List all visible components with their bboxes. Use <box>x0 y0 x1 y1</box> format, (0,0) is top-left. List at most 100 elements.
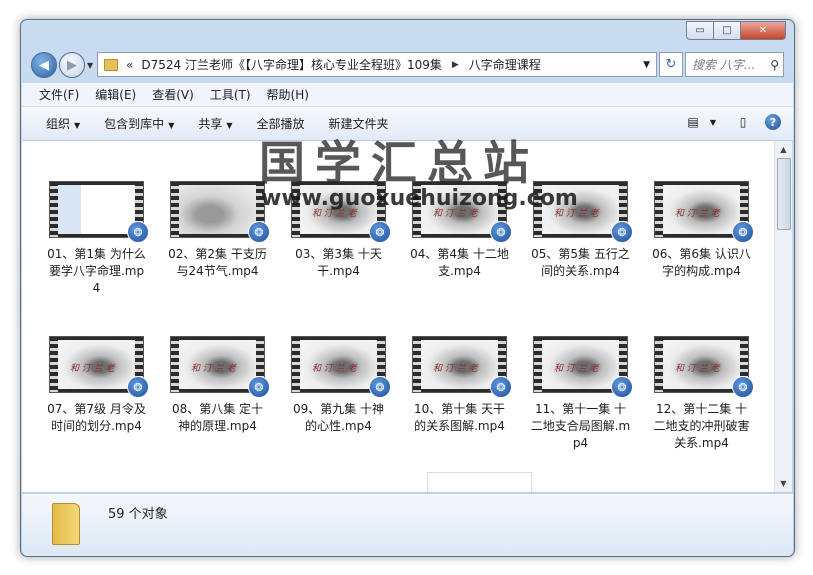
film-strip <box>50 337 58 392</box>
new-folder-button[interactable]: 新建文件夹 <box>329 115 389 132</box>
address-separator-icon[interactable]: ▶ <box>452 60 459 70</box>
film-strip <box>292 337 300 392</box>
recent-pages-dropdown-icon[interactable]: ▼ <box>87 61 93 70</box>
organize-button[interactable]: 组织 ▼ <box>46 115 80 132</box>
list-item[interactable]: 和 汀 兰 老 ❂ 08、第八集 定十神的原理.mp4 <box>167 336 270 435</box>
chevron-down-icon: ▼ <box>74 121 81 130</box>
file-name: 12、第十二集 十二地支的冲刑破害关系.mp4 <box>653 402 750 450</box>
film-strip <box>171 337 179 392</box>
film-strip <box>655 182 663 237</box>
film-strip <box>171 182 179 237</box>
file-name: 01、第1集 为什么要学八字命理.mp4 <box>47 247 146 295</box>
video-thumbnail: 和 汀 兰 老 ❂ <box>533 336 633 398</box>
title-buttons: ▭ □ ✕ <box>686 21 786 40</box>
film-strip <box>655 337 663 392</box>
file-name: 10、第十集 天干的关系图解.mp4 <box>413 402 506 433</box>
change-view-icon[interactable]: ▤ <box>685 114 701 130</box>
menu-tools[interactable]: 工具(T) <box>210 86 251 103</box>
file-name: 08、第八集 定十神的原理.mp4 <box>171 402 264 433</box>
media-player-badge-icon: ❂ <box>248 376 270 398</box>
view-controls: ▤ ▼ ▯ ? <box>671 114 781 130</box>
thumbnail-caption: 和 汀 兰 老 <box>433 209 478 219</box>
minimize-button[interactable]: ▭ <box>686 21 714 40</box>
video-thumbnail: ❂ <box>170 181 270 243</box>
media-player-badge-icon: ❂ <box>369 376 391 398</box>
command-bar: 组织 ▼ 包含到库中 ▼ 共享 ▼ 全部播放 新建文件夹 ▤ ▼ ▯ ? <box>22 107 793 141</box>
navigation-bar: ◀ ▶ ▼ « D7524 汀兰老师《【八字命理】核心专业全程班》109集 ▶ … <box>29 51 786 81</box>
address-overflow-chevron[interactable]: « <box>126 58 133 72</box>
list-item[interactable]: 和 汀 兰 老 ❂ 09、第九集 十神的心性.mp4 <box>288 336 391 435</box>
view-options-dropdown-icon[interactable]: ▼ <box>705 114 721 130</box>
file-name: 07、第7级 月令及时间的划分.mp4 <box>47 402 146 433</box>
list-item[interactable]: 和 汀 兰 老 ❂ 11、第十一集 十二地支合局图解.mp4 <box>530 336 633 452</box>
thumbnail-caption: 和 汀 兰 老 <box>70 364 115 374</box>
folder-icon <box>104 58 118 71</box>
forward-button[interactable]: ▶ <box>59 52 85 78</box>
file-name: 02、第2集 干支历与24节气.mp4 <box>168 247 267 278</box>
thumbnail-caption: 和 汀 兰 老 <box>675 209 720 219</box>
play-all-button[interactable]: 全部播放 <box>257 115 305 132</box>
video-thumbnail: 和 汀 兰 老 ❂ <box>412 181 512 243</box>
scrollbar-thumb[interactable] <box>777 158 791 230</box>
hovered-item-outline <box>427 472 532 492</box>
share-button[interactable]: 共享 ▼ <box>198 115 232 132</box>
media-player-badge-icon: ❂ <box>127 376 149 398</box>
menu-file[interactable]: 文件(F) <box>39 86 79 103</box>
video-thumbnail: 和 汀 兰 老 ❂ <box>49 336 149 398</box>
close-button[interactable]: ✕ <box>740 21 786 40</box>
maximize-button[interactable]: □ <box>713 21 741 40</box>
thumbnail-caption: 和 汀 兰 老 <box>312 209 357 219</box>
list-item[interactable]: 和 汀 兰 老 ❂ 06、第6集 认识八字的构成.mp4 <box>651 181 754 280</box>
file-list: ❂ 01、第1集 为什么要学八字命理.mp4 ❂ 02、第2集 干支历与24节气.mp… <box>22 141 774 492</box>
include-in-library-button[interactable]: 包含到库中 ▼ <box>104 115 174 132</box>
preview-pane-icon[interactable]: ▯ <box>735 114 751 130</box>
list-item[interactable]: 和 汀 兰 老 ❂ 12、第十二集 十二地支的冲刑破害关系.mp4 <box>651 336 754 452</box>
video-thumbnail: 和 汀 兰 老 ❂ <box>291 336 391 398</box>
menu-help[interactable]: 帮助(H) <box>267 86 309 103</box>
list-item[interactable]: 和 汀 兰 老 ❂ 05、第5集 五行之间的关系.mp4 <box>530 181 633 280</box>
search-input[interactable]: 搜索 八字... <box>692 56 755 73</box>
film-strip <box>413 337 421 392</box>
list-item[interactable]: 和 汀 兰 老 ❂ 03、第3集 十天干.mp4 <box>288 181 391 280</box>
help-icon[interactable]: ? <box>765 114 781 130</box>
search-icon[interactable]: ⚲ <box>770 58 779 72</box>
list-item[interactable]: ❂ 01、第1集 为什么要学八字命理.mp4 <box>46 181 149 297</box>
menu-view[interactable]: 查看(V) <box>152 86 194 103</box>
folder-icon <box>52 503 80 545</box>
share-label: 共享 <box>198 117 223 131</box>
film-strip <box>50 182 58 237</box>
list-item[interactable]: 和 汀 兰 老 ❂ 10、第十集 天干的关系图解.mp4 <box>409 336 512 435</box>
media-player-badge-icon: ❂ <box>490 221 512 243</box>
video-thumbnail: ❂ <box>49 181 149 243</box>
media-player-badge-icon: ❂ <box>490 376 512 398</box>
list-item[interactable]: ❂ 02、第2集 干支历与24节气.mp4 <box>167 181 270 280</box>
scroll-up-icon[interactable]: ▲ <box>775 141 792 158</box>
refresh-button[interactable]: ↻ <box>659 52 683 77</box>
video-thumbnail: 和 汀 兰 老 ❂ <box>654 181 754 243</box>
address-current-folder[interactable]: 八字命理课程 <box>469 56 541 73</box>
scroll-down-icon[interactable]: ▼ <box>775 475 792 492</box>
file-name: 05、第5集 五行之间的关系.mp4 <box>531 247 630 278</box>
file-name: 09、第九集 十神的心性.mp4 <box>292 402 385 433</box>
media-player-badge-icon: ❂ <box>611 376 633 398</box>
search-box[interactable]: 搜索 八字... ⚲ <box>685 52 784 77</box>
thumbnail-image <box>58 185 135 234</box>
address-bar[interactable]: « D7524 汀兰老师《【八字命理】核心专业全程班》109集 ▶ 八字命理课程… <box>97 52 657 77</box>
media-player-badge-icon: ❂ <box>611 221 633 243</box>
list-item[interactable]: 和 汀 兰 老 ❂ 07、第7级 月令及时间的划分.mp4 <box>46 336 149 435</box>
thumbnail-caption: 和 汀 兰 老 <box>675 364 720 374</box>
video-thumbnail: 和 汀 兰 老 ❂ <box>291 181 391 243</box>
video-thumbnail: 和 汀 兰 老 ❂ <box>654 336 754 398</box>
thumbnail-caption: 和 汀 兰 老 <box>191 364 236 374</box>
video-thumbnail: 和 汀 兰 老 ❂ <box>412 336 512 398</box>
vertical-scrollbar[interactable]: ▲ ▼ <box>774 141 792 492</box>
thumbnail-image <box>179 185 256 234</box>
back-button[interactable]: ◀ <box>31 52 57 78</box>
file-name: 06、第6集 认识八字的构成.mp4 <box>652 247 751 278</box>
media-player-badge-icon: ❂ <box>732 221 754 243</box>
address-parent-folder[interactable]: D7524 汀兰老师《【八字命理】核心专业全程班》109集 <box>141 56 442 73</box>
list-item[interactable]: 和 汀 兰 老 ❂ 04、第4集 十二地支.mp4 <box>409 181 512 280</box>
menu-edit[interactable]: 编辑(E) <box>95 86 136 103</box>
address-dropdown-icon[interactable]: ▼ <box>643 60 650 70</box>
film-strip <box>534 337 542 392</box>
